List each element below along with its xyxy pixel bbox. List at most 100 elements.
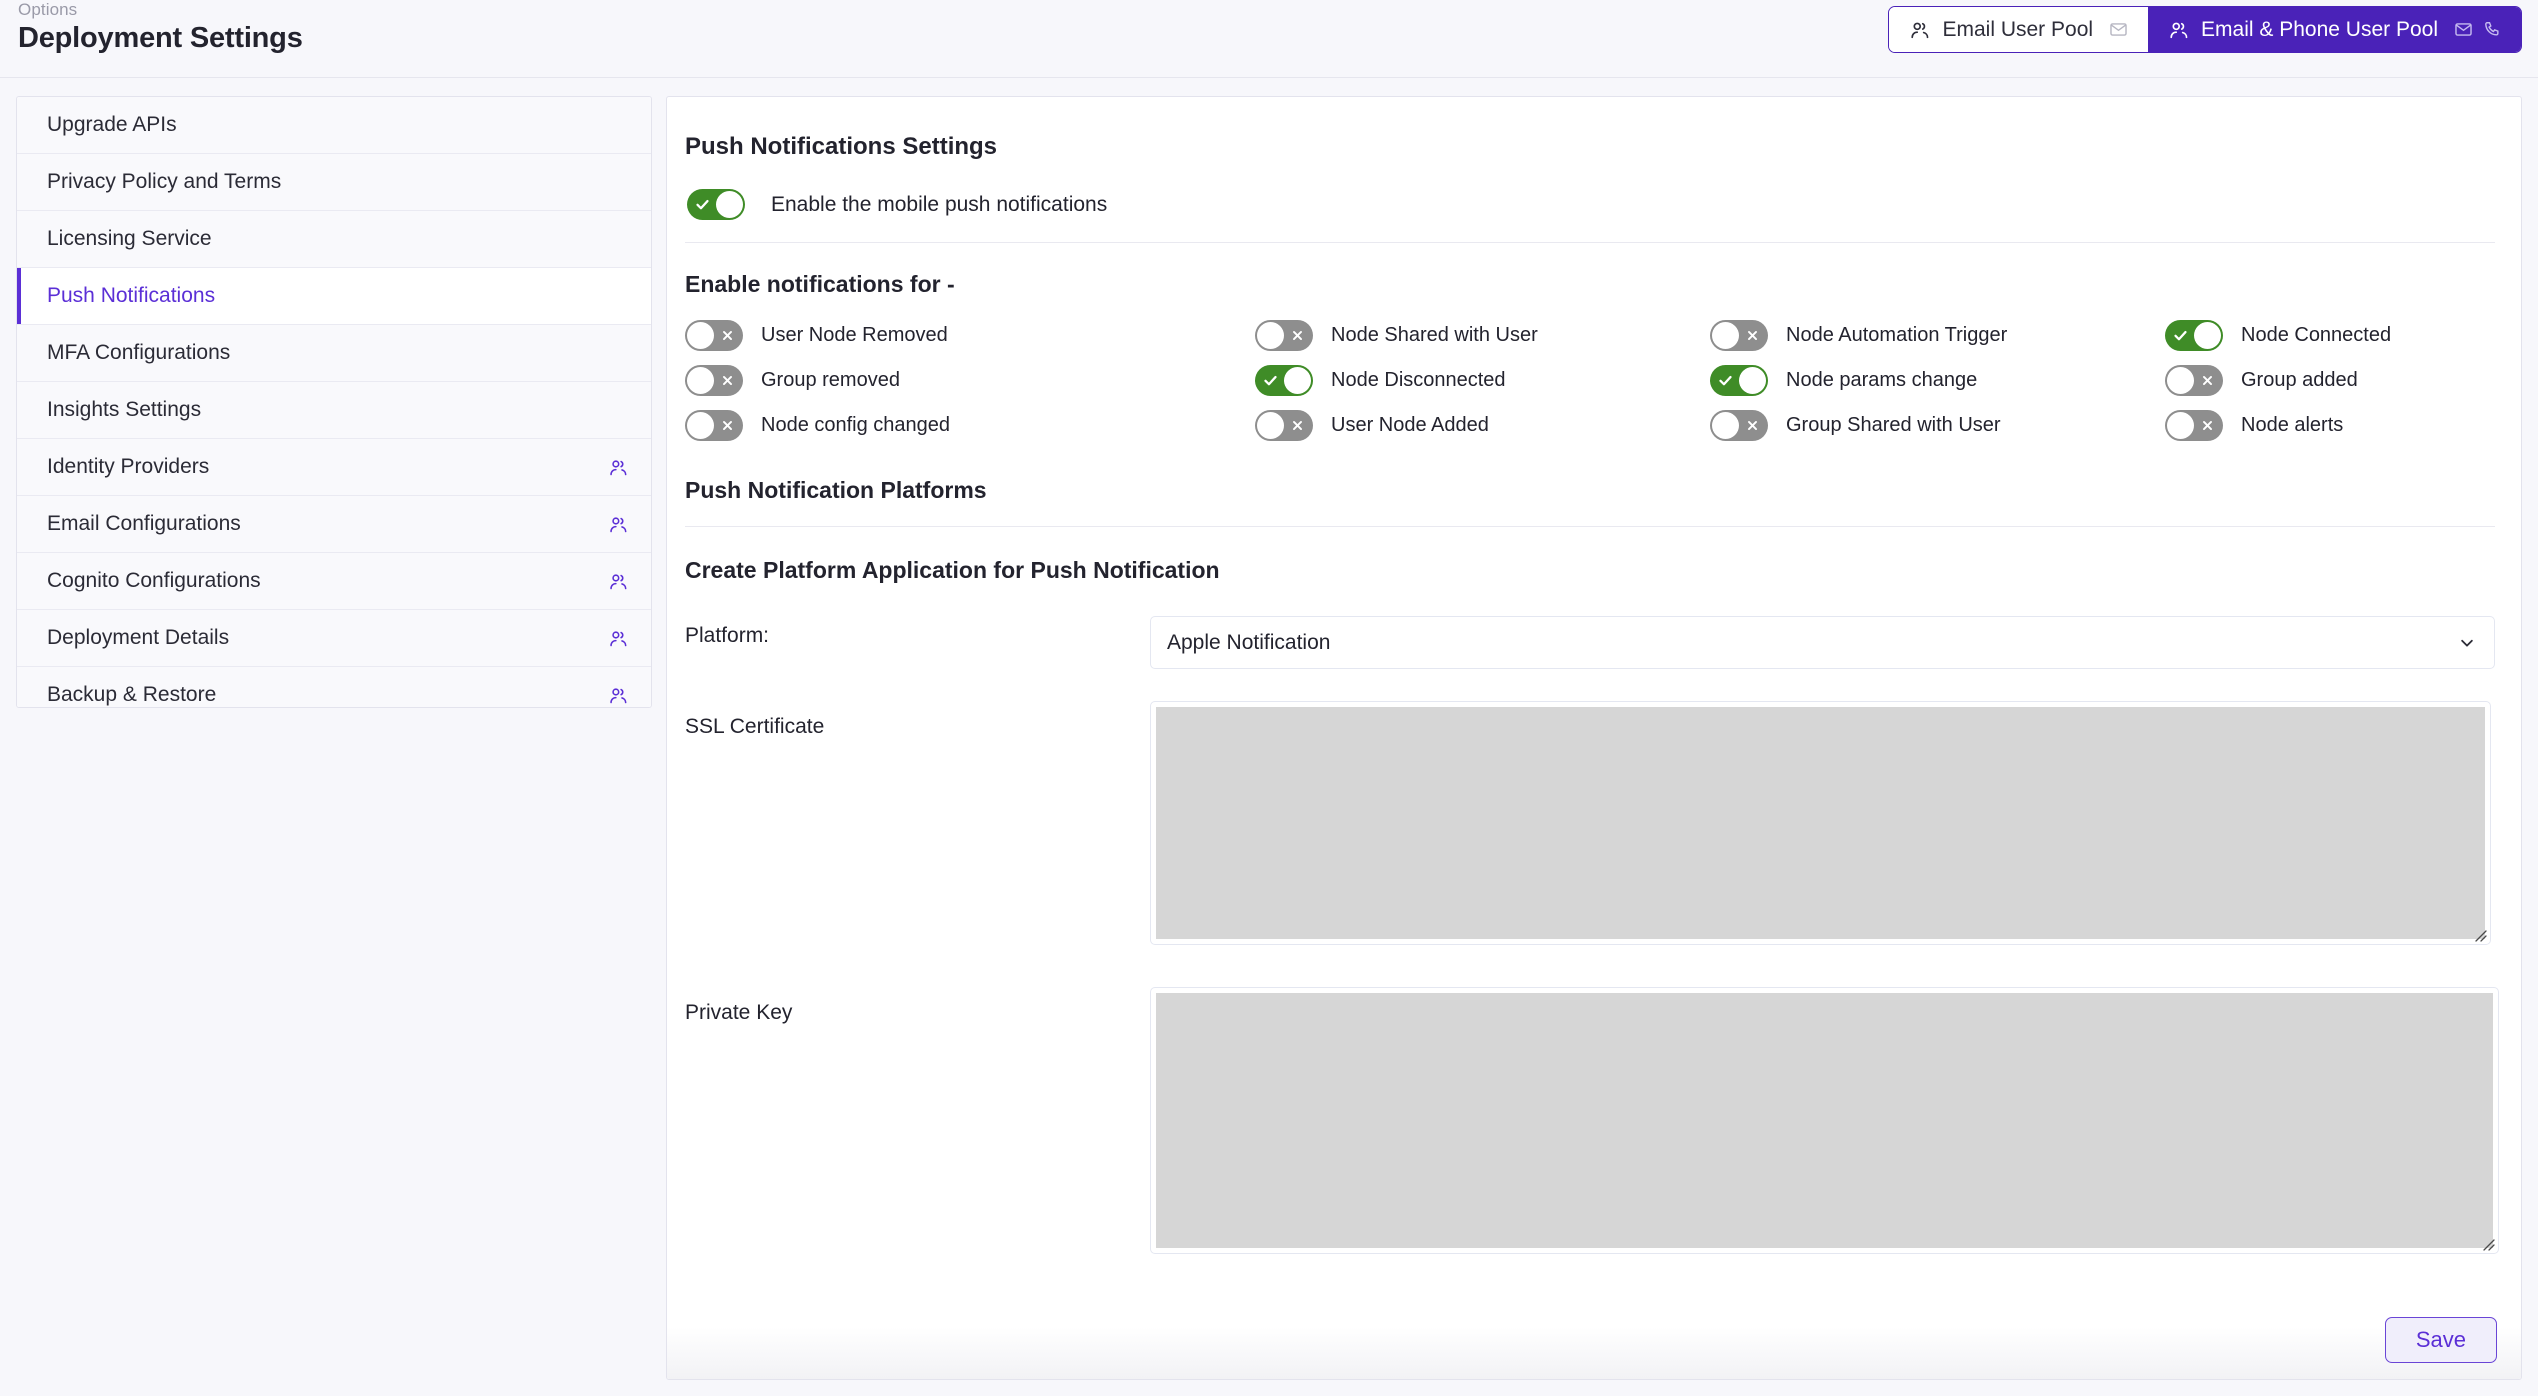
platform-label: Platform: (685, 624, 770, 647)
notification-row-user-node-removed: User Node Removed (685, 320, 1255, 351)
notification-label: Group removed (761, 369, 900, 391)
sidebar-item-identity-providers[interactable]: Identity Providers (17, 439, 651, 496)
users-icon (608, 628, 629, 649)
toggle-node-disconnected[interactable] (1255, 365, 1313, 396)
settings-sidebar: Upgrade APIs Privacy Policy and Terms Li… (16, 96, 652, 708)
toggle-enable-mobile-push-notifications[interactable] (687, 189, 745, 220)
private-key-textarea[interactable] (1150, 987, 2499, 1254)
ssl-certificate-row: SSL Certificate (685, 701, 2495, 945)
notification-row-user-node-added: User Node Added (1255, 410, 1710, 441)
notification-label: Node Connected (2241, 324, 2392, 346)
ssl-certificate-value (1156, 707, 2485, 939)
users-icon (608, 457, 629, 478)
toggle-group-removed[interactable] (685, 365, 743, 396)
enable-notifications-heading: Enable notifications for - (685, 271, 955, 297)
divider (685, 526, 2495, 527)
private-key-value (1156, 993, 2493, 1248)
sidebar-item-insights-settings[interactable]: Insights Settings (17, 382, 651, 439)
notification-row-node-params-change: Node params change (1710, 365, 2165, 396)
close-icon (1283, 320, 1312, 351)
notification-label: Node config changed (761, 414, 951, 436)
close-icon (1738, 410, 1767, 441)
sidebar-item-cognito-configurations[interactable]: Cognito Configurations (17, 553, 651, 610)
pool-button-email-user-pool[interactable]: Email User Pool (1889, 7, 2149, 52)
sidebar-item-label: Licensing Service (47, 227, 212, 250)
notification-row-node-disconnected: Node Disconnected (1255, 365, 1710, 396)
notification-label: User Node Added (1331, 414, 1489, 436)
notification-row-node-config-changed: Node config changed (685, 410, 1255, 441)
toggle-knob (1257, 412, 1284, 439)
toggle-node-automation-trigger[interactable] (1710, 320, 1768, 351)
toggle-node-config-changed[interactable] (685, 410, 743, 441)
toggle-knob (1712, 322, 1739, 349)
master-toggle-label: Enable the mobile push notifications (771, 192, 1108, 216)
pool-button-label: Email & Phone User Pool (2201, 17, 2438, 41)
sidebar-item-privacy-policy-and-terms[interactable]: Privacy Policy and Terms (17, 154, 651, 211)
platform-select[interactable]: Apple Notification (1150, 616, 2495, 669)
sidebar-item-label: Identity Providers (47, 455, 210, 478)
sidebar-item-licensing-service[interactable]: Licensing Service (17, 211, 651, 268)
save-bar: Save (667, 1301, 2521, 1379)
notification-row-node-connected: Node Connected (2165, 320, 2495, 351)
sidebar-item-label: Cognito Configurations (47, 569, 261, 592)
close-icon (713, 410, 742, 441)
push-notification-platforms-heading: Push Notification Platforms (685, 477, 987, 503)
private-key-row: Private Key (685, 987, 2499, 1254)
sidebar-item-label: Privacy Policy and Terms (47, 170, 282, 193)
toggle-group-shared-with-user[interactable] (1710, 410, 1768, 441)
close-icon (2193, 365, 2222, 396)
toggle-group-added[interactable] (2165, 365, 2223, 396)
users-icon (608, 571, 629, 592)
divider (685, 242, 2495, 243)
page-header: Options Deployment Settings Email User P… (0, 0, 2538, 78)
close-icon (2193, 410, 2222, 441)
sidebar-item-label: Email Configurations (47, 512, 241, 535)
toggle-user-node-added[interactable] (1255, 410, 1313, 441)
sidebar-item-label: Upgrade APIs (47, 113, 177, 136)
toggle-node-params-change[interactable] (1710, 365, 1768, 396)
platform-selected-value: Apple Notification (1167, 630, 1331, 654)
master-toggle-row: Enable the mobile push notifications (685, 189, 2495, 220)
users-icon (2168, 19, 2190, 41)
sidebar-item-upgrade-apis[interactable]: Upgrade APIs (17, 97, 651, 154)
notification-toggle-grid: User Node Removed Node Shared with User (685, 320, 2495, 441)
toggle-knob (2167, 367, 2194, 394)
sidebar-item-mfa-configurations[interactable]: MFA Configurations (17, 325, 651, 382)
resize-handle-icon[interactable] (2473, 928, 2487, 942)
ssl-certificate-textarea[interactable] (1150, 701, 2491, 945)
toggle-user-node-removed[interactable] (685, 320, 743, 351)
toggle-knob (1712, 412, 1739, 439)
toggle-node-connected[interactable] (2165, 320, 2223, 351)
sidebar-item-deployment-details[interactable]: Deployment Details (17, 610, 651, 667)
close-icon (1283, 410, 1312, 441)
create-platform-application-heading: Create Platform Application for Push Not… (685, 557, 1220, 583)
notification-row-node-shared-with-user: Node Shared with User (1255, 320, 1710, 351)
resize-handle-icon[interactable] (2481, 1237, 2495, 1251)
notification-label: User Node Removed (761, 324, 948, 346)
sidebar-item-email-configurations[interactable]: Email Configurations (17, 496, 651, 553)
notification-label: Node Automation Trigger (1786, 324, 2008, 346)
notification-label: Node Disconnected (1331, 369, 1506, 391)
toggle-knob (687, 412, 714, 439)
sidebar-item-label: Backup & Restore (47, 683, 217, 706)
page-title: Deployment Settings (18, 22, 303, 54)
close-icon (713, 320, 742, 351)
notification-label: Group Shared with User (1786, 414, 2001, 436)
toggle-node-shared-with-user[interactable] (1255, 320, 1313, 351)
toggle-knob (687, 367, 714, 394)
private-key-field (1150, 987, 2499, 1254)
toggle-node-alerts[interactable] (2165, 410, 2223, 441)
close-icon (1738, 320, 1767, 351)
toggle-knob (2194, 322, 2221, 349)
check-icon (688, 189, 717, 220)
toggle-knob (1739, 367, 1766, 394)
save-button[interactable]: Save (2384, 1317, 2497, 1363)
private-key-label: Private Key (685, 1001, 793, 1024)
notification-label: Group added (2241, 369, 2358, 391)
sidebar-item-push-notifications[interactable]: Push Notifications (17, 268, 651, 325)
pool-button-email-phone-user-pool[interactable]: Email & Phone User Pool (2148, 7, 2521, 52)
sidebar-item-backup-and-restore[interactable]: Backup & Restore (17, 667, 651, 707)
toggle-knob (1257, 322, 1284, 349)
page-body: Upgrade APIs Privacy Policy and Terms Li… (0, 78, 2538, 1396)
notification-row-node-automation-trigger: Node Automation Trigger (1710, 320, 2165, 351)
